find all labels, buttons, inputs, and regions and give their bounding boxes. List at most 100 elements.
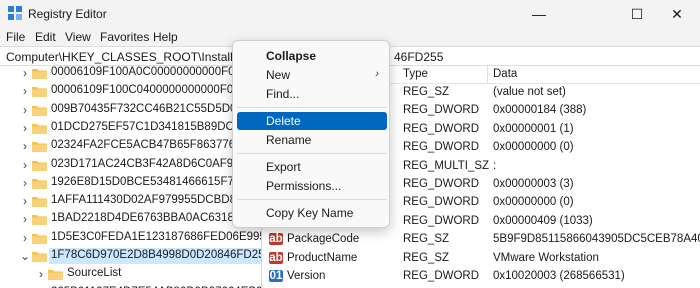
tree-key-row[interactable]: › 1BAD2218D4DE6763BBA0AC63186945E (0, 210, 262, 228)
value-type: REG_DWORD (403, 141, 480, 154)
close-button[interactable]: ✕ (654, 0, 700, 28)
type-column-header[interactable]: Type (403, 68, 428, 80)
tree-key-row[interactable]: ⌄ 1F78C6D970E2D8B4998D0D20846FD255 (0, 247, 261, 265)
tree-key-row[interactable]: › 1AFFA111430D02AF979955DCBD8B902D (0, 192, 262, 210)
chevron-right-icon[interactable]: › (20, 192, 30, 210)
chevron-right-icon[interactable]: › (20, 156, 30, 174)
ctx-copy-key-name[interactable]: Copy Key Name (237, 204, 387, 222)
value-type: REG_DWORD (403, 178, 480, 190)
value-type: REG_SZ (403, 251, 450, 264)
folder-icon (48, 270, 63, 281)
data-column-header[interactable]: Data (493, 68, 517, 80)
binary-value-icon: 01 (269, 270, 283, 282)
ctx-permissions[interactable]: Permissions... (237, 177, 387, 195)
chevron-right-icon[interactable]: › (20, 210, 30, 228)
tree-key-row[interactable]: › 00006109F100C0400000000000F01FEC (0, 82, 261, 100)
value-data: 0x00000184 (388) (493, 104, 587, 117)
ctx-new[interactable]: New › (237, 66, 387, 84)
chevron-right-icon[interactable]: › (20, 229, 30, 247)
tree-key-label: 1D5E3C0FEDA1E123187686FED06E995A (51, 230, 262, 243)
menu-view[interactable]: View (65, 30, 91, 44)
tree-key-row[interactable]: › 1D5E3C0FEDA1E123187686FED06E995A (0, 229, 262, 247)
value-row[interactable]: ab ProductName REG_SZ VMware Workstation (263, 250, 700, 268)
chevron-right-icon: › (375, 68, 379, 80)
string-value-icon: ab (269, 233, 283, 246)
chevron-right-icon[interactable]: › (20, 82, 30, 100)
menu-edit[interactable]: Edit (35, 30, 56, 44)
window-title: Registry Editor (28, 7, 107, 21)
ctx-find-label: Find... (266, 87, 300, 101)
tree-key-row[interactable]: › 1926E8D15D0BCE53481466615F760A7F (0, 174, 261, 192)
tree-key-row[interactable]: › 265B01197E4D7E54AB80D9B97664EB0D (0, 284, 261, 288)
chevron-right-icon[interactable]: › (20, 119, 30, 137)
ctx-delete-label: Delete (266, 114, 301, 128)
chevron-down-icon[interactable]: ⌄ (20, 247, 30, 265)
tree-key-label: 01DCD275EF57C1D341815B89DCA09680 (51, 120, 262, 133)
tree-key-row[interactable]: › 02324FA2FCE5ACB47B65F8637762D255 (0, 137, 262, 155)
context-menu: Collapse New › Find... Delete Rename Expo… (232, 40, 390, 228)
value-data: VMware Workstation (493, 251, 599, 264)
value-type: REG_DWORD (403, 270, 480, 282)
folder-icon (32, 160, 47, 171)
ctx-export-label: Export (266, 160, 301, 174)
tree-key-label: 1BAD2218D4DE6763BBA0AC63186945E (51, 212, 262, 225)
address-path-tail: 46FD255 (394, 50, 444, 64)
value-data: 5B9F9D85115866043905DC5CEB78A401 (493, 233, 700, 246)
key-tree-pane[interactable]: › 00006109F100A0C00000000000F01FEC › 000061… (0, 66, 262, 288)
folder-icon (32, 252, 47, 262)
column-divider[interactable] (487, 66, 488, 84)
ctx-rename[interactable]: Rename (237, 131, 387, 149)
chevron-right-icon[interactable]: › (20, 284, 30, 288)
folder-icon (32, 123, 47, 134)
minimize-button[interactable]: — (516, 0, 562, 28)
value-data: (value not set) (493, 86, 566, 98)
folder-icon (32, 197, 47, 208)
menu-favorites[interactable]: Favorites (100, 30, 149, 44)
tree-key-row[interactable]: › 01DCD275EF57C1D341815B89DCA09680 (0, 119, 262, 137)
minimize-icon: — (532, 6, 546, 22)
menu-help[interactable]: Help (153, 30, 178, 44)
folder-icon (32, 69, 47, 79)
value-type: REG_MULTI_SZ (403, 159, 490, 172)
value-type: REG_DWORD (403, 196, 480, 209)
folder-icon (32, 233, 47, 244)
chevron-right-icon[interactable]: › (20, 66, 30, 82)
tree-key-label: SourceList (67, 267, 122, 280)
folder-icon (32, 178, 47, 189)
tree-key-label: 02324FA2FCE5ACB47B65F8637762D255 (51, 139, 262, 152)
value-type: REG_DWORD (403, 214, 480, 227)
value-data: 0x00000001 (1) (493, 122, 574, 135)
folder-icon (32, 142, 47, 153)
value-type: REG_SZ (403, 233, 450, 246)
chevron-right-icon[interactable]: › (20, 174, 30, 192)
title-bar: Registry Editor — ☐ ✕ (0, 0, 700, 28)
close-icon: ✕ (671, 5, 683, 22)
ctx-separator (237, 107, 387, 108)
value-data: : (493, 159, 497, 172)
maximize-icon: ☐ (630, 5, 644, 22)
tree-key-label: 00006109F100A0C00000000000F01FEC (51, 66, 262, 78)
chevron-right-icon[interactable]: › (20, 137, 30, 155)
tree-key-label: 009B70435F732CC46B21C55D5D081A36 (51, 102, 262, 115)
value-data: 0x10020003 (268566531) (493, 270, 625, 282)
value-row[interactable]: 01 Version REG_DWORD 0x10020003 (268566531) (263, 268, 700, 286)
value-data: 0x00000000 (0) (493, 196, 574, 209)
ctx-export[interactable]: Export (237, 158, 387, 176)
ctx-find[interactable]: Find... (237, 85, 387, 103)
value-name: ProductName (287, 251, 358, 264)
value-row[interactable]: ab PackageCode REG_SZ 5B9F9D85115866043905D… (263, 231, 700, 249)
tree-key-row[interactable]: › 009B70435F732CC46B21C55D5D081A36 (0, 101, 262, 119)
tree-key-row[interactable]: › 023D171AC24CB3F42A8D6C0AF97688C (0, 156, 261, 174)
value-data: 0x00000409 (1033) (493, 214, 593, 227)
value-type: REG_DWORD (403, 104, 480, 117)
chevron-right-icon[interactable]: › (36, 265, 46, 283)
ctx-collapse[interactable]: Collapse (237, 47, 387, 65)
tree-key-row[interactable]: › 00006109F100A0C00000000000F01FEC (0, 66, 262, 82)
menu-file[interactable]: File (6, 30, 25, 44)
ctx-delete[interactable]: Delete (237, 112, 387, 130)
chevron-right-icon[interactable]: › (20, 101, 30, 119)
value-name: Version (287, 270, 326, 282)
tree-key-label: 1AFFA111430D02AF979955DCBD8B902D (51, 194, 262, 207)
tree-subkey-row[interactable]: › SourceList (0, 265, 261, 283)
ctx-copy-key-name-label: Copy Key Name (266, 206, 354, 220)
